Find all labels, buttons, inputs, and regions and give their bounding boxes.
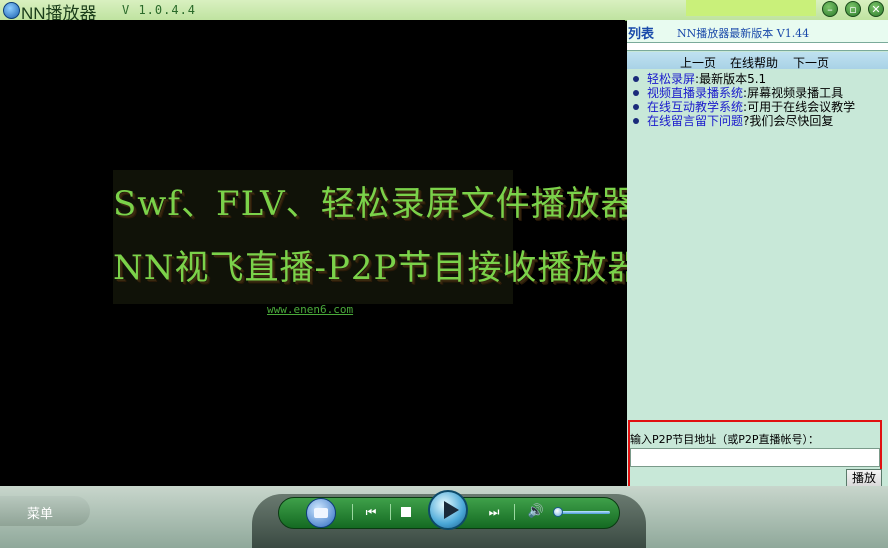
separator <box>352 504 353 520</box>
separator <box>390 504 391 520</box>
website-link[interactable]: www.enen6.com <box>267 303 353 316</box>
bullet-icon <box>633 76 639 82</box>
list-item-text: 可用于在线会议教学 <box>747 100 856 114</box>
next-page-link[interactable]: 下一页 <box>793 54 829 71</box>
list-item-link[interactable]: 在线留言留下问题 <box>647 114 743 128</box>
previous-track-icon[interactable]: ⏮ <box>362 504 380 520</box>
panel-header: 列表 NN播放器最新版本 V1.44 <box>627 20 888 42</box>
close-icon: ✕ <box>871 3 881 16</box>
play-button[interactable] <box>428 490 468 530</box>
panel-address-strip <box>627 42 888 51</box>
bullet-icon <box>633 90 639 96</box>
panel-nav: 上一页 在线帮助 下一页 <box>627 52 888 71</box>
list-item-link[interactable]: 轻松录屏 <box>647 72 695 86</box>
p2p-address-label: 输入P2P节目地址（或P2P直播帐号）： <box>630 433 820 446</box>
title-bar[interactable]: NN播放器 V 1.0.4.4 – ▫ ✕ <box>0 0 888 23</box>
info-list: 轻松录屏:最新版本5.1 视频直播录播系统:屏幕视频录播工具 在线互动教学系统:… <box>627 72 888 128</box>
p2p-address-box: 输入P2P节目地址（或P2P直播帐号）： 播放 <box>628 420 882 495</box>
separator <box>514 504 515 520</box>
banner-line-2: NN视飞直播-P2P节目接收播放器 <box>113 248 643 288</box>
restore-button[interactable]: ▫ <box>845 1 861 17</box>
bullet-icon <box>633 104 639 110</box>
list-item: 视频直播录播系统:屏幕视频录播工具 <box>627 86 888 100</box>
minimize-button[interactable]: – <box>822 1 838 17</box>
control-bar: 菜单 ⏮ ⏭ 🔊 <box>0 486 888 548</box>
open-file-button[interactable] <box>306 498 336 528</box>
stop-icon[interactable] <box>401 507 411 517</box>
title-strip <box>686 0 816 16</box>
list-item-text: 我们会尽快回复 <box>749 114 834 128</box>
volume-icon[interactable]: 🔊 <box>526 504 546 520</box>
latest-version-link[interactable]: NN播放器最新版本 V1.44 <box>677 25 809 41</box>
list-item-text: 最新版本5.1 <box>699 72 767 86</box>
splash-banner: Swf、FLV、轻松录屏文件播放器 NN视飞直播-P2P节目接收播放器 <box>113 170 643 304</box>
app-version: V 1.0.4.4 <box>122 3 197 17</box>
list-item-text: 屏幕视频录播工具 <box>747 86 844 100</box>
list-item-link[interactable]: 视频直播录播系统 <box>647 86 743 100</box>
close-button[interactable]: ✕ <box>868 1 884 17</box>
minimize-icon: – <box>827 3 833 16</box>
list-item-link[interactable]: 在线互动教学系统 <box>647 100 743 114</box>
bullet-icon <box>633 118 639 124</box>
volume-slider[interactable] <box>555 511 610 514</box>
online-help-link[interactable]: 在线帮助 <box>730 54 778 71</box>
list-item: 在线互动教学系统:可用于在线会议教学 <box>627 100 888 114</box>
list-item: 在线留言留下问题?我们会尽快回复 <box>627 114 888 128</box>
p2p-address-input[interactable] <box>630 448 880 467</box>
video-area[interactable]: Swf、FLV、轻松录屏文件播放器 NN视飞直播-P2P节目接收播放器 www.… <box>0 20 643 486</box>
banner-line-1: Swf、FLV、轻松录屏文件播放器 <box>113 184 636 224</box>
restore-icon: ▫ <box>849 3 857 16</box>
volume-knob[interactable] <box>552 507 563 517</box>
list-tab[interactable]: 列表 <box>628 23 654 42</box>
next-track-icon[interactable]: ⏭ <box>485 504 503 520</box>
menu-label[interactable]: 菜单 <box>27 503 53 522</box>
list-item: 轻松录屏:最新版本5.1 <box>627 72 888 86</box>
prev-page-link[interactable]: 上一页 <box>680 54 716 71</box>
app-logo-icon <box>3 2 20 19</box>
